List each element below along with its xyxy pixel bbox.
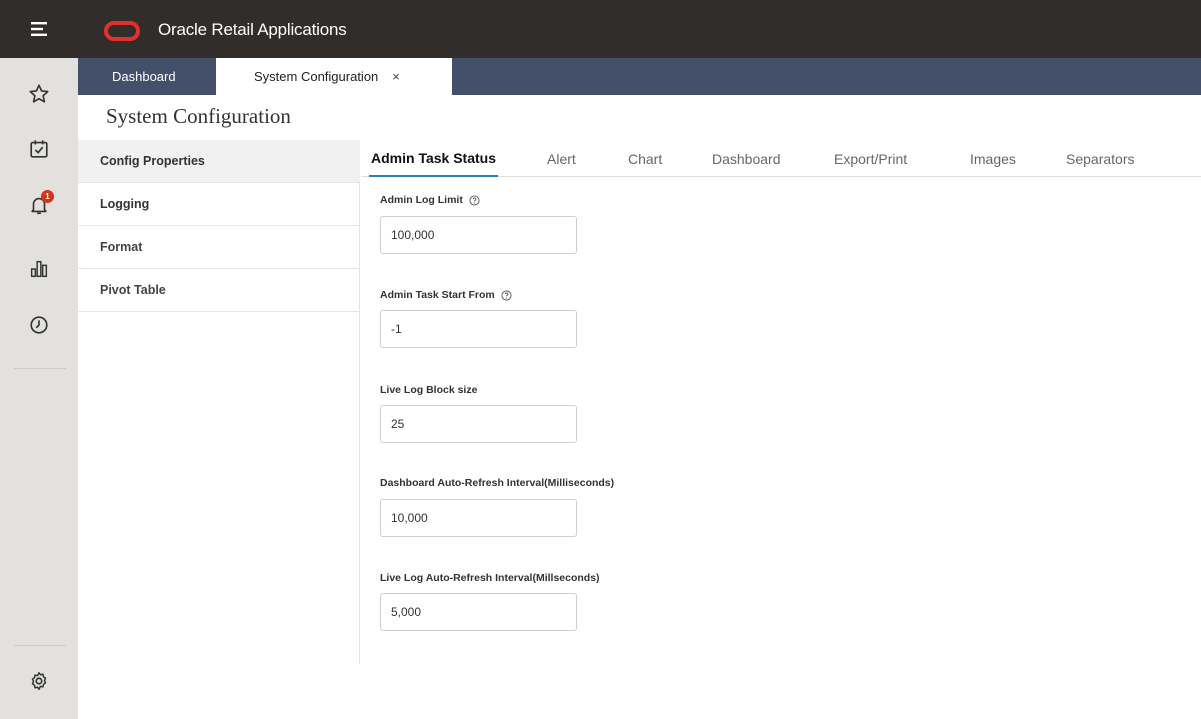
subtab-chart[interactable]: Chart: [628, 140, 662, 177]
rail-divider: [14, 645, 66, 646]
subtab-images[interactable]: Images: [970, 140, 1016, 177]
top-bar: Oracle Retail Applications: [0, 0, 1201, 58]
star-icon[interactable]: [24, 79, 54, 109]
nav-item-format[interactable]: Format: [78, 226, 360, 269]
rail-divider: [14, 368, 66, 369]
field-label-admin-log-limit: Admin Log Limit: [380, 194, 480, 206]
admin-task-start-from-input[interactable]: [380, 310, 577, 348]
nav-item-config-properties[interactable]: Config Properties: [78, 140, 360, 183]
oracle-logo[interactable]: [104, 21, 140, 41]
label-text: Dashboard Auto-Refresh Interval(Millisec…: [380, 477, 615, 489]
bar-chart-icon[interactable]: [24, 254, 54, 284]
tab-strip: Dashboard System Configuration ×: [78, 58, 1201, 95]
label-text: Live Log Block size: [380, 384, 478, 396]
subtab-export-print[interactable]: Export/Print: [834, 140, 907, 177]
dashboard-auto-refresh-input[interactable]: [380, 499, 577, 537]
left-rail: 1: [0, 58, 78, 719]
gear-icon[interactable]: [24, 666, 54, 696]
subtab-alert[interactable]: Alert: [547, 140, 576, 177]
tab-label: System Configuration: [254, 69, 379, 84]
field-label-live-log-block-size: Live Log Block size: [380, 384, 477, 396]
field-label-dashboard-auto-refresh: Dashboard Auto-Refresh Interval(Millisec…: [380, 477, 614, 489]
field-label-admin-task-start-from: Admin Task Start From: [380, 289, 512, 301]
label-text: Admin Log Limit: [380, 194, 463, 206]
tab-system-configuration[interactable]: System Configuration ×: [216, 58, 452, 95]
subtab-separators[interactable]: Separators: [1066, 140, 1134, 177]
label-text: Live Log Auto-Refresh Interval(Millsecon…: [380, 572, 600, 584]
notification-badge: 1: [41, 190, 54, 203]
field-label-live-log-auto-refresh: Live Log Auto-Refresh Interval(Millsecon…: [380, 572, 600, 584]
notifications-button[interactable]: 1: [24, 190, 54, 220]
help-icon[interactable]: [469, 194, 480, 206]
config-nav: Config Properties Logging Format Pivot T…: [78, 140, 360, 664]
label-text: Admin Task Start From: [380, 289, 495, 301]
subtab-dashboard[interactable]: Dashboard: [712, 140, 781, 177]
live-log-block-size-input[interactable]: [380, 405, 577, 443]
app-title: Oracle Retail Applications: [158, 20, 347, 39]
close-icon[interactable]: ×: [392, 69, 400, 84]
live-log-auto-refresh-input[interactable]: [380, 593, 577, 631]
tab-dashboard[interactable]: Dashboard: [78, 58, 216, 95]
admin-log-limit-input[interactable]: [380, 216, 577, 254]
help-icon[interactable]: [501, 289, 512, 301]
hamburger-menu-icon[interactable]: [0, 0, 78, 58]
calendar-check-icon[interactable]: [24, 134, 54, 164]
nav-item-logging[interactable]: Logging: [78, 183, 360, 226]
config-subtabs: Admin Task Status Alert Chart Dashboard …: [361, 140, 1201, 177]
subtab-admin-task-status[interactable]: Admin Task Status: [369, 140, 498, 177]
clock-icon[interactable]: [24, 310, 54, 340]
nav-item-pivot-table[interactable]: Pivot Table: [78, 269, 360, 312]
page-title: System Configuration: [106, 104, 291, 128]
